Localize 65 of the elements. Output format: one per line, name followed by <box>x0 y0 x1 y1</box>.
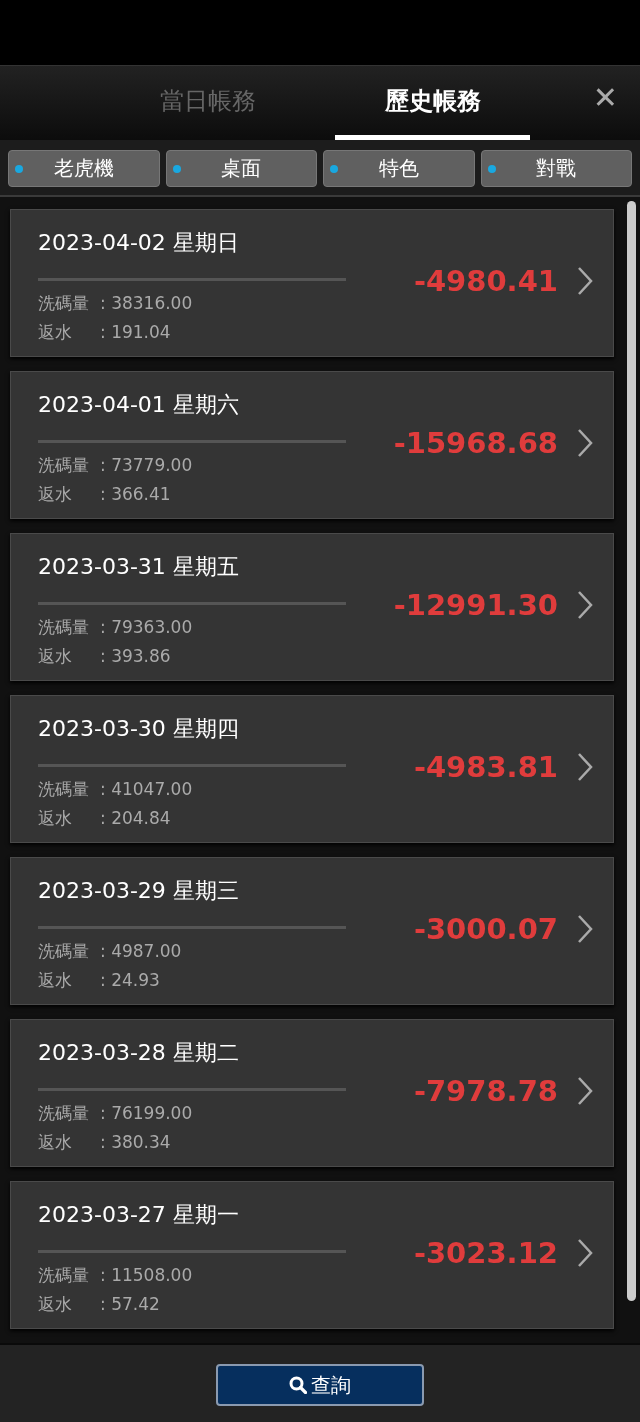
stat-value: : 366.41 <box>100 483 171 506</box>
stat-value: : 191.04 <box>100 321 171 344</box>
chevron-icon <box>577 1238 593 1268</box>
stat-value: : 4987.00 <box>100 940 182 963</box>
chevron-icon <box>577 590 593 620</box>
amount-text: -4983.81 <box>413 750 558 784</box>
stat-value: : 41047.00 <box>100 778 193 801</box>
record-date: 2023-03-30 星期四 <box>38 715 239 743</box>
stat-label: 返水 <box>38 807 73 830</box>
record-date: 2023-03-28 星期二 <box>38 1039 239 1067</box>
stat-value: : 11508.00 <box>100 1264 193 1287</box>
filter-button[interactable]: 桌面 <box>165 150 317 187</box>
chevron-icon <box>577 914 593 944</box>
filter-button[interactable]: 對戰 <box>480 150 632 187</box>
stat-label: 返水 <box>38 321 73 344</box>
chevron-icon <box>577 752 593 782</box>
tab[interactable]: 歷史帳務 <box>335 66 530 140</box>
amount-text: -3000.07 <box>413 912 558 946</box>
stat-label: 返水 <box>38 645 73 668</box>
stat-label: 返水 <box>38 969 73 992</box>
filter-button[interactable]: 特色 <box>323 150 475 187</box>
record-card[interactable]: 2023-03-30 星期四 洗碼量 : 41047.00 返水 : 204.84 -4983.81 <box>10 695 614 843</box>
stat-label: 洗碼量 <box>38 940 90 963</box>
record-card[interactable]: 2023-03-27 星期一 洗碼量 : 11508.00 返水 : 57.42 -3023.12 <box>10 1181 614 1329</box>
amount-text: -3023.12 <box>413 1236 558 1270</box>
stat-value: : 204.84 <box>100 807 171 830</box>
stat-value: : 73779.00 <box>100 454 193 477</box>
stat-value: : 57.42 <box>100 1293 160 1316</box>
chevron-icon <box>577 428 593 458</box>
record-card[interactable]: 2023-03-29 星期三 洗碼量 : 4987.00 返水 : 24.93 -3000.07 <box>10 857 614 1005</box>
stat-label: 返水 <box>38 1131 73 1154</box>
chevron-icon <box>577 1076 593 1106</box>
record-date: 2023-04-02 星期日 <box>38 229 239 257</box>
stat-label: 返水 <box>38 1293 73 1316</box>
record-date: 2023-03-31 星期五 <box>38 553 239 581</box>
stat-value: : 380.34 <box>100 1131 171 1154</box>
close-button[interactable]: ✕ <box>592 80 618 115</box>
record-date: 2023-03-29 星期三 <box>38 877 239 905</box>
stat-label: 洗碼量 <box>38 616 90 639</box>
stat-label: 洗碼量 <box>38 1264 90 1287</box>
amount-text: -12991.30 <box>393 588 558 622</box>
stat-value: : 76199.00 <box>100 1102 193 1125</box>
amount-text: -4980.41 <box>413 264 558 298</box>
scrollbar[interactable] <box>627 201 636 1301</box>
record-card[interactable]: 2023-03-28 星期二 洗碼量 : 76199.00 返水 : 380.34 -7978.78 <box>10 1019 614 1167</box>
stat-label: 返水 <box>38 483 73 506</box>
stat-value: : 79363.00 <box>100 616 193 639</box>
chevron-icon <box>577 266 593 296</box>
search-icon <box>289 1376 307 1394</box>
record-card[interactable]: 2023-03-31 星期五 洗碼量 : 79363.00 返水 : 393.86 -12991.30 <box>10 533 614 681</box>
amount-text: -15968.68 <box>393 426 558 460</box>
record-date: 2023-04-01 星期六 <box>38 391 239 419</box>
stat-label: 洗碼量 <box>38 292 90 315</box>
filter-button[interactable]: 老虎機 <box>8 150 160 187</box>
stat-label: 洗碼量 <box>38 778 90 801</box>
stat-value: : 393.86 <box>100 645 171 668</box>
amount-text: -7978.78 <box>413 1074 558 1108</box>
search-button[interactable]: 查詢 <box>216 1364 424 1406</box>
stat-label: 洗碼量 <box>38 1102 90 1125</box>
stat-value: : 38316.00 <box>100 292 193 315</box>
record-date: 2023-03-27 星期一 <box>38 1201 239 1229</box>
stat-value: : 24.93 <box>100 969 160 992</box>
stat-label: 洗碼量 <box>38 454 90 477</box>
record-card[interactable]: 2023-04-02 星期日 洗碼量 : 38316.00 返水 : 191.04 -4980.41 <box>10 209 614 357</box>
record-card[interactable]: 2023-04-01 星期六 洗碼量 : 73779.00 返水 : 366.41 -15968.68 <box>10 371 614 519</box>
